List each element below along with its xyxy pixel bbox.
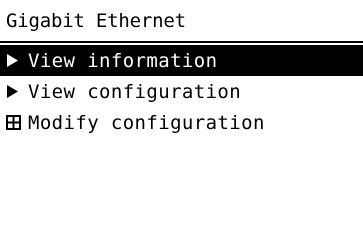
submenu-box-icon xyxy=(6,115,21,130)
menu-item-label: View information xyxy=(28,50,218,72)
menu-item-view-information[interactable]: View information xyxy=(0,45,363,76)
arrow-right-icon xyxy=(7,54,18,67)
lcd-screen: Gigabit Ethernet View information View c… xyxy=(0,0,363,247)
menu-item-view-configuration[interactable]: View configuration xyxy=(0,76,363,107)
screen-title: Gigabit Ethernet xyxy=(6,10,186,32)
menu-item-modify-configuration[interactable]: Modify configuration xyxy=(0,107,363,138)
menu-item-label: View configuration xyxy=(28,81,242,103)
arrow-right-icon xyxy=(7,85,18,98)
menu-item-label: Modify configuration xyxy=(28,112,265,134)
screen-header: Gigabit Ethernet xyxy=(0,0,363,43)
menu-list: View information View configuration Modi… xyxy=(0,45,363,138)
